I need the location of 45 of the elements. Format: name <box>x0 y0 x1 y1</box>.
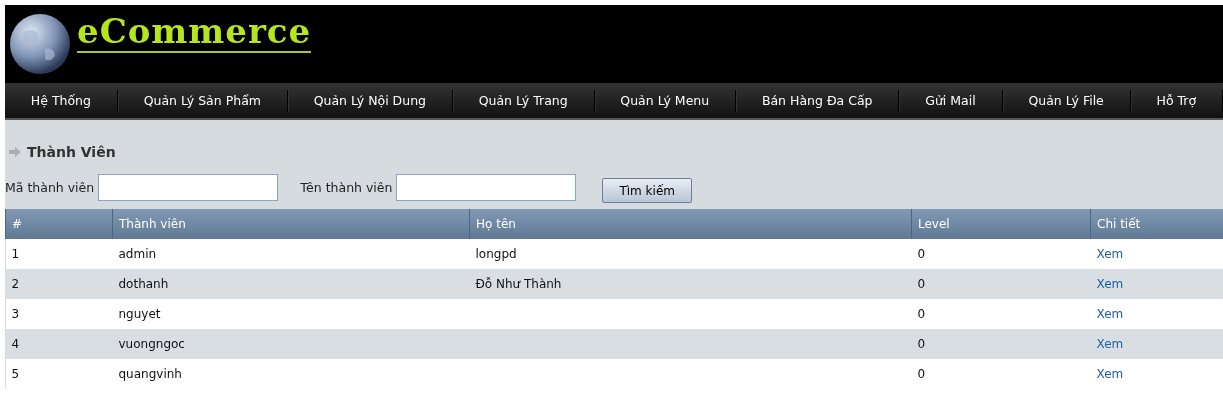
table-cell: longpd <box>469 239 912 269</box>
table-cell: 0 <box>911 239 1091 269</box>
field-label: Tên thành viên <box>300 180 393 195</box>
nav-item[interactable]: Quản Lý Sản Phẩm <box>117 89 288 112</box>
logo: eCommerce <box>77 13 312 53</box>
column-header: Level <box>911 209 1091 239</box>
nav-item[interactable]: Quản Lý Menu <box>594 89 737 112</box>
view-link[interactable]: Xem <box>1096 277 1124 291</box>
search-field[interactable] <box>98 174 279 201</box>
table-cell: 5 <box>5 359 113 389</box>
view-link[interactable]: Xem <box>1096 247 1124 261</box>
table-cell: dothanh <box>112 269 470 299</box>
column-header: Họ tên <box>469 209 912 239</box>
table-cell: quangvinh <box>112 359 470 389</box>
table-cell: 0 <box>911 299 1091 329</box>
table-cell: 0 <box>911 359 1091 389</box>
nav-item[interactable]: Quản Lý Nội Dung <box>287 89 453 112</box>
table-cell: 1 <box>5 239 113 269</box>
globe-icon <box>9 13 71 75</box>
nav-item[interactable]: Quản Lý File <box>1002 89 1131 112</box>
nav-item[interactable]: Quản Lý Trang <box>452 89 595 112</box>
nav-item[interactable]: Bán Hàng Đa Cấp <box>736 89 900 112</box>
table-cell: 3 <box>5 299 113 329</box>
field-label: Mã thành viên <box>5 180 95 195</box>
table-cell: admin <box>112 239 470 269</box>
table-cell: vuongngoc <box>112 329 470 359</box>
search-field[interactable] <box>396 174 577 201</box>
column-header: Chi tiết <box>1090 209 1223 239</box>
nav-item[interactable]: Hỗ Trợ <box>1130 89 1223 112</box>
table-cell: 0 <box>911 269 1091 299</box>
nav-item[interactable]: Gửi Mail <box>899 89 1003 112</box>
view-link[interactable]: Xem <box>1096 307 1124 321</box>
search-button[interactable]: Tìm kiếm <box>602 178 692 203</box>
view-link[interactable]: Xem <box>1096 367 1124 381</box>
nav-item[interactable]: Hệ Thống <box>5 89 118 112</box>
arrow-icon <box>9 147 21 157</box>
column-header: Thành viên <box>112 209 470 239</box>
column-header: # <box>5 209 113 239</box>
table-cell: 0 <box>911 329 1091 359</box>
table-cell: 4 <box>5 329 113 359</box>
view-link[interactable]: Xem <box>1096 337 1124 351</box>
section-title: Thành Viên <box>27 144 116 160</box>
table-cell: Đỗ Như Thành <box>469 269 912 299</box>
table-cell: nguyet <box>112 299 470 329</box>
table-cell: 2 <box>5 269 113 299</box>
